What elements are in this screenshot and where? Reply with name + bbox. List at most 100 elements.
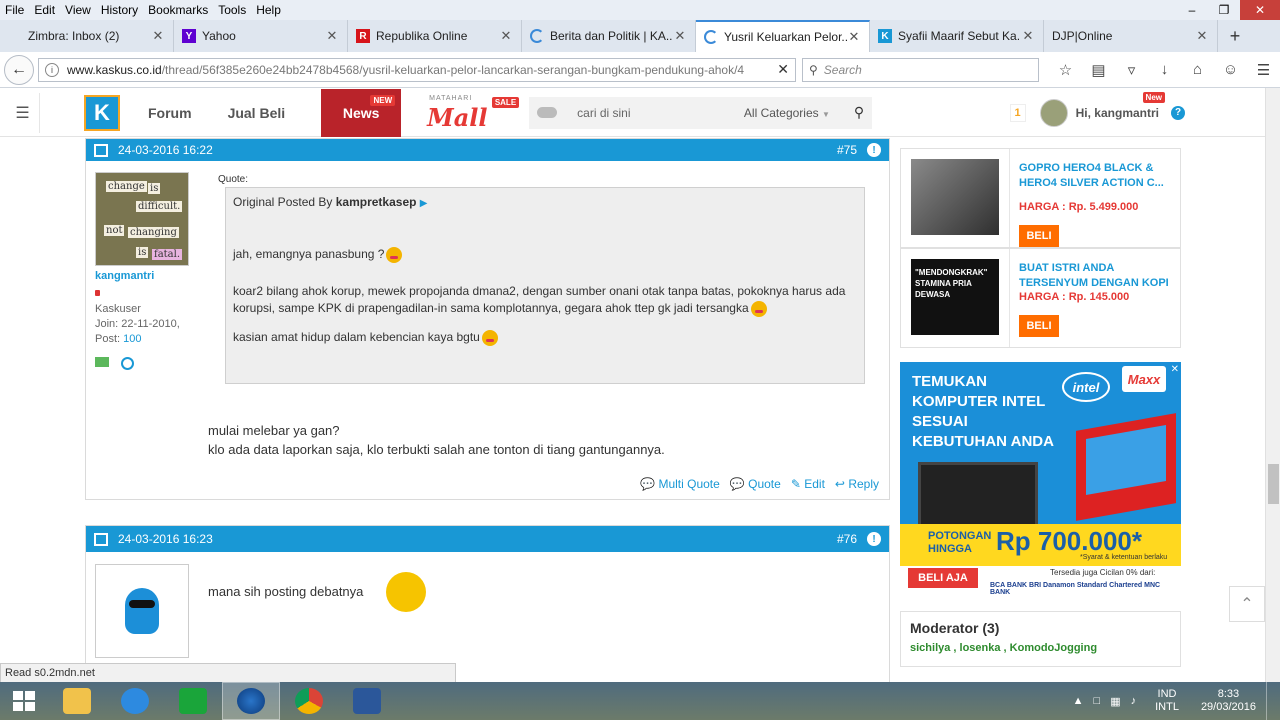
kaskus-logo[interactable]: K xyxy=(84,94,120,131)
select-post-checkbox-icon[interactable] xyxy=(94,532,108,546)
report-icon[interactable]: ! xyxy=(867,532,881,546)
scrollbar-thumb[interactable] xyxy=(1268,464,1279,504)
new-tab-button[interactable]: + xyxy=(1218,20,1252,52)
matahari-mall-logo[interactable]: MATAHARI Mall SALE xyxy=(423,93,520,133)
taskbar-chrome[interactable] xyxy=(280,682,338,720)
user-avatar[interactable] xyxy=(95,564,189,658)
tab-republika[interactable]: R Republika Online ✕ xyxy=(348,20,522,52)
start-button[interactable] xyxy=(0,682,48,720)
tab-zimbra[interactable]: Zimbra: Inbox (2) ✕ xyxy=(0,20,174,52)
taskbar-word[interactable] xyxy=(338,682,396,720)
open-menu-icon[interactable]: ☰ xyxy=(1247,61,1280,79)
menu-edit[interactable]: Edit xyxy=(29,3,60,17)
buy-button[interactable]: BELI xyxy=(1019,225,1059,247)
tab-yahoo[interactable]: Y Yahoo ✕ xyxy=(174,20,348,52)
home-icon[interactable]: ⌂ xyxy=(1181,61,1214,79)
username[interactable]: kangmantri xyxy=(95,270,189,282)
quote-author[interactable]: kampretkasep xyxy=(336,195,417,209)
buy-button[interactable]: BELI xyxy=(1019,315,1059,337)
browser-search-input[interactable]: ⚲ Search xyxy=(802,57,1039,82)
notifications-icon[interactable] xyxy=(1266,682,1280,720)
intel-ad-banner[interactable]: TEMUKAN KOMPUTER INTEL SESUAI KEBUTUHAN … xyxy=(900,362,1181,596)
menu-bookmarks[interactable]: Bookmarks xyxy=(143,3,213,17)
info-icon[interactable]: i xyxy=(45,62,59,77)
clear-url-icon[interactable]: ✕ xyxy=(777,61,789,78)
tab-close-icon[interactable]: ✕ xyxy=(325,28,339,44)
bookmark-star-icon[interactable]: ☆ xyxy=(1049,61,1082,79)
tab-syafii[interactable]: K Syafii Maarif Sebut Ka... ✕ xyxy=(870,20,1044,52)
post-number[interactable]: #76 xyxy=(837,532,857,546)
laptop-image xyxy=(918,462,1038,532)
rep-icon[interactable] xyxy=(95,357,109,367)
product-thumbnail[interactable]: "MENDONGKRAK" STAMINA PRIA DEWASA xyxy=(911,259,999,335)
post-count[interactable]: 100 xyxy=(123,333,141,345)
restore-icon[interactable]: ❐ xyxy=(1208,0,1240,20)
nav-news[interactable]: News NEW xyxy=(321,88,402,137)
tab-close-icon[interactable]: ✕ xyxy=(847,29,861,45)
taskbar-firefox[interactable] xyxy=(222,682,280,720)
report-icon[interactable]: ! xyxy=(867,143,881,157)
reply-button[interactable]: ↩ Reply xyxy=(835,477,879,491)
url-bar[interactable]: i www.kaskus.co.id /thread/56f385e260e24… xyxy=(38,57,796,82)
quote-button[interactable]: 💬 Quote xyxy=(730,477,781,491)
menu-tools[interactable]: Tools xyxy=(213,3,251,17)
search-icon[interactable]: ⚲ xyxy=(854,104,864,121)
menu-file[interactable]: File xyxy=(0,3,29,17)
taskbar-file-explorer[interactable] xyxy=(48,682,106,720)
moderator-names[interactable]: sichilya , losenka , KomodoJogging xyxy=(910,642,1171,654)
tab-berita-politik[interactable]: Berita dan Politik | KA... ✕ xyxy=(522,20,696,52)
tab-close-icon[interactable]: ✕ xyxy=(151,28,165,44)
network-error-icon[interactable]: □ xyxy=(1094,695,1101,707)
status-dot xyxy=(95,290,100,296)
help-icon[interactable]: ? xyxy=(1171,105,1185,120)
multi-quote-button[interactable]: 💬 Multi Quote xyxy=(640,477,720,491)
select-post-checkbox-icon[interactable] xyxy=(94,143,108,157)
tab-close-icon[interactable]: ✕ xyxy=(1195,28,1209,44)
back-to-top-button[interactable]: ⌃ xyxy=(1229,586,1265,622)
close-window-icon[interactable]: ✕ xyxy=(1240,0,1280,20)
language-indicator[interactable]: IND INTL xyxy=(1155,688,1179,714)
minimize-icon[interactable]: – xyxy=(1176,0,1208,20)
user-avatar[interactable]: change is difficult. not changing is fat… xyxy=(95,172,189,266)
tab-yusril-active[interactable]: Yusril Keluarkan Pelor... ✕ xyxy=(696,20,870,52)
ad-buy-button[interactable]: BELI AJA xyxy=(908,568,978,588)
avatar[interactable] xyxy=(1039,98,1068,127)
nav-forum[interactable]: Forum xyxy=(148,105,192,121)
kiss-emoji-icon xyxy=(386,246,403,263)
view-original-arrow-icon[interactable]: ▶ xyxy=(420,198,428,209)
user-greeting[interactable]: Hi, kangmantri New xyxy=(1076,91,1165,120)
product-card[interactable]: GOPRO HERO4 BLACK & HERO4 SILVER ACTION … xyxy=(900,148,1181,248)
page-scrollbar[interactable] xyxy=(1265,88,1280,682)
product-card[interactable]: "MENDONGKRAK" STAMINA PRIA DEWASA BUAT I… xyxy=(900,248,1181,348)
smiley-icon[interactable] xyxy=(121,357,134,370)
show-hidden-icons-icon[interactable]: ▲ xyxy=(1073,695,1084,707)
menu-history[interactable]: History xyxy=(96,3,143,17)
ad-close-icon[interactable]: ✕ xyxy=(1171,364,1179,375)
tab-close-icon[interactable]: ✕ xyxy=(499,28,513,44)
clock[interactable]: 8:33 29/03/2016 xyxy=(1201,688,1256,714)
reading-list-icon[interactable]: ▤ xyxy=(1082,61,1115,79)
product-title[interactable]: GOPRO HERO4 BLACK & HERO4 SILVER ACTION … xyxy=(1019,161,1169,191)
product-title[interactable]: BUAT ISTRI ANDA TERSENYUM DENGAN KOPI xyxy=(1019,261,1169,291)
kaskus-search-input[interactable]: cari di sini All Categories ▼ ⚲ xyxy=(529,96,873,129)
pocket-icon[interactable]: ▿ xyxy=(1115,61,1148,79)
hamburger-menu-icon[interactable]: ☰ xyxy=(6,92,40,133)
menu-help[interactable]: Help xyxy=(251,3,286,17)
volume-icon[interactable]: ♪ xyxy=(1131,695,1137,707)
nav-jual-beli[interactable]: Jual Beli xyxy=(228,105,286,121)
tab-djp[interactable]: DJP|Online ✕ xyxy=(1044,20,1218,52)
taskbar-store[interactable] xyxy=(164,682,222,720)
category-select[interactable]: All Categories ▼ xyxy=(744,106,830,120)
product-thumbnail[interactable] xyxy=(911,159,999,235)
network-icon[interactable]: ▦ xyxy=(1110,695,1120,708)
tab-close-icon[interactable]: ✕ xyxy=(673,28,687,44)
post-number[interactable]: #75 xyxy=(837,143,857,157)
emoji-addon-icon[interactable]: ☺ xyxy=(1214,61,1247,79)
back-button[interactable]: ← xyxy=(4,54,34,85)
edit-button[interactable]: ✎ Edit xyxy=(791,477,825,491)
download-icon[interactable]: ↓ xyxy=(1148,61,1181,79)
menu-view[interactable]: View xyxy=(60,3,96,17)
tab-close-icon[interactable]: ✕ xyxy=(1021,28,1035,44)
taskbar-internet-explorer[interactable] xyxy=(106,682,164,720)
notification-count[interactable]: 1 xyxy=(1009,103,1026,122)
